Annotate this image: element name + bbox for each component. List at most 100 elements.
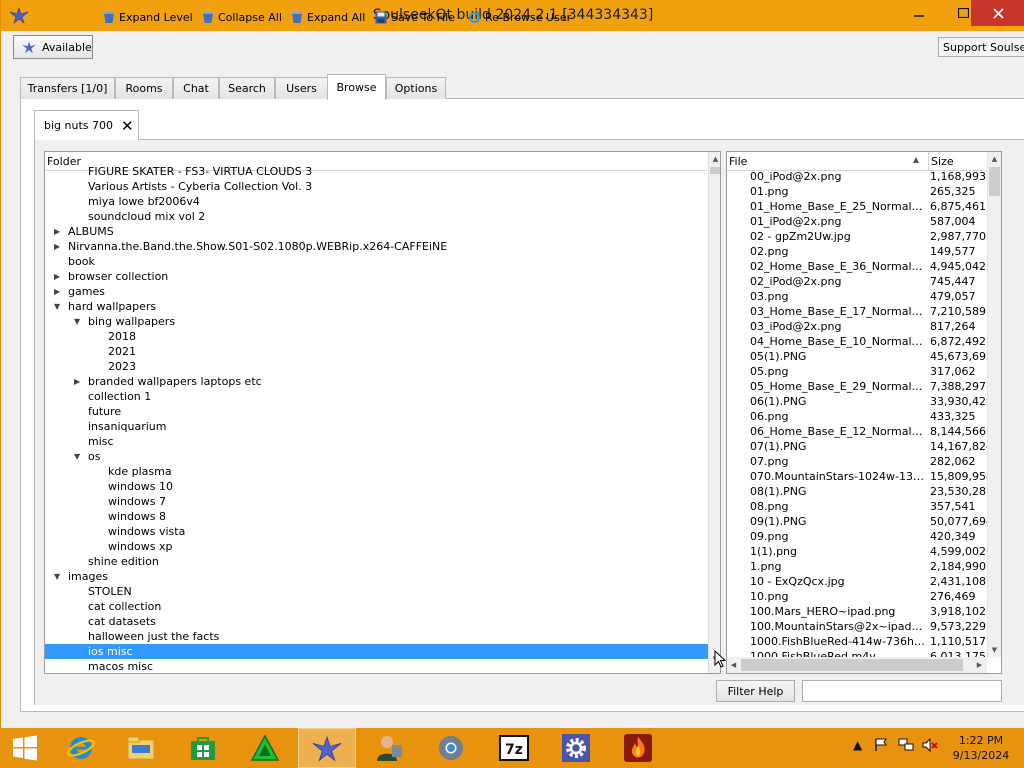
folder-tree-item[interactable]: soundcloud mix vol 2 — [45, 209, 708, 224]
folder-tree-item[interactable]: 2018 — [45, 329, 708, 344]
file-row[interactable]: 09(1).PNG 50,077,694 — [727, 514, 988, 529]
folder-tree-item[interactable]: book — [45, 254, 708, 269]
folder-vertical-scrollbar[interactable]: ▲ ▼ — [708, 152, 720, 673]
file-row[interactable]: 03_Home_Base_E_17_Normal.p... 7,210,589 — [727, 304, 987, 319]
folder-tree-item[interactable]: windows vista — [45, 524, 708, 539]
folder-tree-item[interactable]: future — [45, 404, 708, 419]
folder-tree-item[interactable]: ▶ browser collection — [45, 269, 708, 284]
close-button[interactable] — [971, 0, 1024, 26]
folder-tree-item[interactable]: cat collection — [45, 599, 708, 614]
folder-tree-item[interactable]: windows xp — [45, 539, 708, 554]
settings-gear-icon[interactable] — [547, 728, 605, 768]
file-row[interactable]: 10.png 276,469 — [727, 589, 987, 604]
expand-arrow-down-icon[interactable]: ▼ — [74, 449, 80, 464]
folder-tree-item[interactable]: windows 8 — [45, 509, 708, 524]
folder-tree-item[interactable]: halloween just the facts — [45, 629, 708, 644]
folder-tree-item[interactable]: 2021 — [45, 344, 708, 359]
file-row[interactable]: 08(1).PNG 23,530,287 — [727, 484, 988, 499]
folder-tree-item[interactable]: ▼ bing wallpapers — [45, 314, 708, 329]
file-row[interactable]: 1(1).png 4,599,002 — [727, 544, 987, 559]
scroll-right-icon[interactable]: ▶ — [973, 658, 986, 672]
folder-tree-item[interactable]: misc — [45, 434, 708, 449]
expand-arrow-right-icon[interactable]: ▶ — [54, 224, 60, 239]
file-row[interactable]: 06(1).PNG 33,930,429 — [727, 394, 988, 409]
expand-arrow-down-icon[interactable]: ▼ — [54, 569, 60, 584]
expand-all-button[interactable]: Expand All — [291, 8, 365, 26]
file-row[interactable]: 07.png 282,062 — [727, 454, 987, 469]
expand-arrow-right-icon[interactable]: ▶ — [54, 239, 60, 254]
folder-tree-item[interactable]: cat datasets — [45, 614, 708, 629]
file-row[interactable]: 07(1).PNG 14,167,824 — [727, 439, 988, 454]
support-soulseek-button[interactable]: Support Soulseek — [938, 37, 1024, 57]
file-row[interactable]: 03.png 479,057 — [727, 289, 987, 304]
folder-tree-item[interactable]: macos misc — [45, 659, 708, 673]
7zip-icon[interactable]: 7z — [485, 728, 543, 768]
filter-help-button[interactable]: Filter Help — [716, 680, 795, 702]
scroll-down-icon[interactable]: ▼ — [988, 643, 1001, 657]
file-row[interactable]: 09.png 420,349 — [727, 529, 987, 544]
internet-explorer-icon[interactable] — [52, 728, 110, 768]
file-row[interactable]: 10 - ExQzQcx.jpg 2,431,108 — [727, 574, 987, 589]
scroll-up-icon[interactable]: ▲ — [709, 152, 720, 166]
folder-tree-item[interactable]: collection 1 — [45, 389, 708, 404]
file-row[interactable]: 01_iPod@2x.png 587,004 — [727, 214, 987, 229]
tab-transfers[interactable]: Transfers [1/0] — [20, 77, 115, 99]
save-to-file-button[interactable]: Save To File — [375, 8, 455, 26]
expand-arrow-right-icon[interactable]: ▶ — [54, 284, 60, 299]
file-row[interactable]: 05_Home_Base_E_29_Normal.p... 7,388,297 — [727, 379, 987, 394]
folder-tree[interactable]: Folder FIGURE SKATER - FS3- VIRTUA CLOUD… — [44, 151, 721, 674]
scroll-up-icon[interactable]: ▲ — [988, 152, 1001, 166]
file-row[interactable]: 04_Home_Base_E_10_Normal.p... 6,872,492 — [727, 334, 987, 349]
scroll-left-icon[interactable]: ◀ — [727, 658, 740, 672]
file-vertical-scrollbar[interactable]: ▲ ▼ — [987, 152, 1001, 657]
file-column-header[interactable]: File — [729, 155, 747, 168]
file-row[interactable]: 1000.FishBlueRed-414w-736h@... 1,110,517 — [727, 634, 987, 649]
minimize-button[interactable] — [899, 0, 939, 26]
folder-tree-item[interactable]: STOLEN — [45, 584, 708, 599]
file-horizontal-scrollbar[interactable]: ◀ ▶ — [727, 657, 987, 673]
tab-rooms[interactable]: Rooms — [115, 77, 173, 99]
folder-tree-item[interactable]: ▶ branded wallpapers laptops etc — [45, 374, 708, 389]
scroll-thumb[interactable] — [741, 659, 963, 671]
file-row[interactable]: 1.png 2,184,990 — [727, 559, 987, 574]
user-app-icon[interactable] — [360, 728, 418, 768]
rebrowse-user-button[interactable]: Re-Browse User — [468, 8, 571, 26]
file-row[interactable]: 01_Home_Base_E_25_Normal.p... 6,875,461 — [727, 199, 987, 214]
folder-tree-item[interactable]: kde plasma — [45, 464, 708, 479]
filter-input[interactable] — [802, 680, 1002, 702]
folder-tree-item[interactable]: ▶ Nirvanna.the.Band.the.Show.S01-S02.1080… — [45, 239, 708, 254]
windows-store-icon[interactable] — [174, 728, 232, 768]
collapse-all-button[interactable]: Collapse All — [202, 8, 282, 26]
folder-tree-item[interactable]: ▶ games — [45, 284, 708, 299]
available-status-button[interactable]: Available — [13, 35, 93, 59]
file-list[interactable]: File ▲ Size 00_iPod@2x.png 1,168,993 01.pn… — [726, 151, 1002, 674]
triangle-app-icon[interactable] — [236, 728, 294, 768]
expand-level-button[interactable]: Expand Level — [103, 8, 193, 26]
folder-tree-item[interactable]: shine edition — [45, 554, 708, 569]
scroll-thumb[interactable] — [710, 167, 720, 174]
network-icon[interactable] — [898, 738, 914, 755]
folder-tree-item[interactable]: ios misc — [45, 644, 708, 659]
file-row[interactable]: 02 - gpZm2Uw.jpg 2,987,770 — [727, 229, 987, 244]
file-row[interactable]: 08.png 357,541 — [727, 499, 987, 514]
tab-users[interactable]: Users — [275, 77, 328, 99]
folder-tree-item[interactable]: FIGURE SKATER - FS3- VIRTUA CLOUDS 3 — [45, 164, 708, 179]
volume-muted-icon[interactable] — [922, 737, 938, 755]
folder-tree-item[interactable]: ▼ os — [45, 449, 708, 464]
expand-arrow-right-icon[interactable]: ▶ — [54, 269, 60, 284]
taskbar-clock[interactable]: 1:22 PM 9/13/2024 — [946, 733, 1016, 763]
file-row[interactable]: 05(1).PNG 45,673,692 — [727, 349, 988, 364]
folder-tree-item[interactable]: insaniquarium — [45, 419, 708, 434]
file-row[interactable]: 02_iPod@2x.png 745,447 — [727, 274, 987, 289]
folder-tree-item[interactable]: windows 7 — [45, 494, 708, 509]
tab-browse[interactable]: Browse — [327, 74, 386, 100]
scroll-thumb[interactable] — [989, 167, 1000, 196]
file-row[interactable]: 03_iPod@2x.png 817,264 — [727, 319, 987, 334]
file-row[interactable]: 01.png 265,325 — [727, 184, 987, 199]
flag-icon[interactable] — [874, 738, 888, 755]
folder-tree-item[interactable]: ▶ ALBUMS — [45, 224, 708, 239]
file-row[interactable]: 06.png 433,325 — [727, 409, 987, 424]
folder-tree-item[interactable]: miya lowe bf2006v4 — [45, 194, 708, 209]
file-row[interactable]: 06_Home_Base_E_12_Normal.p... 8,144,566 — [727, 424, 987, 439]
file-row[interactable]: 100.MountainStars@2x~ipad.p... 9,573,229 — [727, 619, 987, 634]
